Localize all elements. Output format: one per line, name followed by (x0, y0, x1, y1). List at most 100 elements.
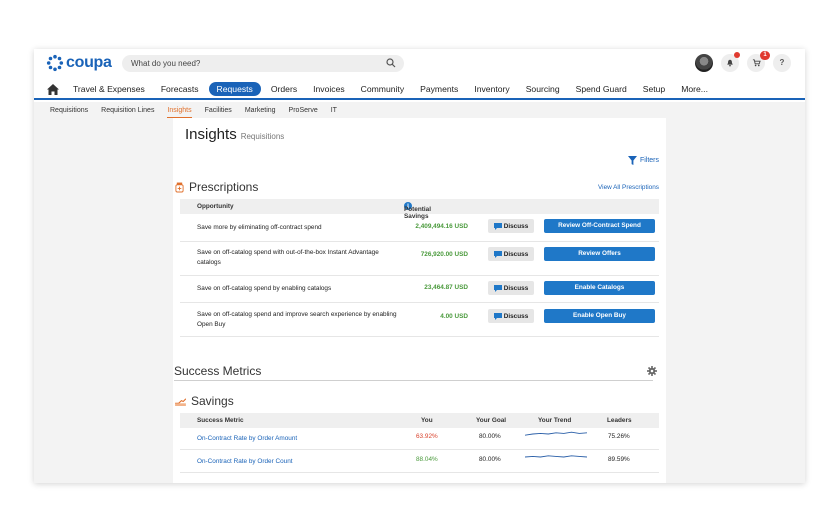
nav-invoices[interactable]: Invoices (313, 84, 345, 94)
savings-row: On-Contract Rate by Order Count 88.04% 8… (180, 451, 659, 473)
savings-table-header: Success Metric You Your Goal Your Trend … (180, 413, 659, 428)
prescription-desc: Save on off-catalog spend by enabling ca… (197, 285, 332, 292)
chat-icon (493, 250, 502, 258)
search-icon[interactable] (386, 58, 396, 68)
nav-inventory[interactable]: Inventory (474, 84, 509, 94)
prescription-row: Save on off-catalog spend with out-of-th… (180, 242, 659, 276)
prescription-amount: 4.00 USD (440, 313, 468, 320)
chat-icon (493, 312, 502, 320)
col-your-goal: Your Goal (476, 417, 507, 424)
app-window: coupa What do you need? 1 ? Travel & Exp… (34, 49, 805, 483)
tab-insights[interactable]: Insights (167, 107, 192, 118)
filter-icon (627, 156, 637, 165)
metric-link[interactable]: On-Contract Rate by Order Count (197, 458, 293, 465)
prescription-amount: 23,464.87 USD (424, 284, 468, 291)
enable-open-buy-button[interactable]: Enable Open Buy (544, 309, 655, 323)
top-bar: coupa What do you need? 1 ? (34, 49, 805, 77)
bell-icon (727, 59, 733, 67)
trend-line (525, 455, 587, 458)
prescriptions-table-header: Opportunity Potential Savings (180, 199, 659, 220)
tab-facilities[interactable]: Facilities (205, 107, 232, 114)
metric-leaders: 89.59% (608, 456, 630, 463)
right-panel (666, 118, 805, 483)
gear-icon[interactable] (647, 366, 657, 376)
help-icon: ? (779, 58, 785, 67)
prescription-amount: 726,920.00 USD (420, 251, 468, 258)
trend-line (525, 431, 587, 436)
metric-link[interactable]: On-Contract Rate by Order Amount (197, 435, 297, 442)
col-opportunity: Opportunity (197, 203, 234, 210)
prescription-row: Save on off-catalog spend by enabling ca… (180, 276, 659, 303)
review-off-contract-spend-button[interactable]: Review Off-Contract Spend (544, 219, 655, 233)
tab-proserve[interactable]: ProServe (289, 107, 318, 114)
trend-sparkline (525, 455, 587, 458)
cart-badge: 1 (760, 51, 770, 60)
discuss-button[interactable]: Discuss (488, 309, 534, 323)
trend-sparkline (525, 431, 587, 436)
col-success-metric: Success Metric (197, 417, 244, 424)
nav-more[interactable]: More... (681, 84, 708, 94)
discuss-button[interactable]: Discuss (488, 281, 534, 295)
left-panel (34, 118, 173, 483)
chat-icon (493, 222, 502, 230)
main-nav: Travel & Expenses Forecasts Requests Ord… (34, 80, 805, 100)
review-offers-button[interactable]: Review Offers (544, 247, 655, 261)
prescription-icon (175, 182, 184, 192)
savings-heading: Savings (175, 394, 234, 408)
savings-icon (175, 397, 186, 406)
tab-marketing[interactable]: Marketing (245, 107, 276, 114)
prescription-desc: Save more by eliminating off-contract sp… (197, 224, 322, 231)
chat-icon (493, 284, 502, 292)
notification-dot (734, 52, 740, 58)
tab-requisition-lines[interactable]: Requisition Lines (101, 107, 154, 114)
home-icon[interactable] (47, 83, 59, 95)
success-metrics-title: Success Metrics (174, 364, 262, 378)
tab-requisitions[interactable]: Requisitions (50, 107, 88, 114)
metric-goal: 80.00% (479, 433, 501, 440)
nav-travel-expenses[interactable]: Travel & Expenses (73, 84, 145, 94)
savings-title: Savings (191, 394, 234, 408)
sub-nav: Requisitions Requisition Lines Insights … (34, 102, 805, 118)
avatar[interactable] (695, 54, 713, 72)
notifications-button[interactable] (721, 52, 740, 72)
logo-icon (46, 54, 64, 72)
col-potential-savings: Potential Savings (404, 202, 431, 220)
prescription-desc: Save on off-catalog spend and improve se… (197, 311, 397, 328)
discuss-label: Discuss (503, 284, 529, 292)
main-content: Insights Requisitions Filters Prescriptio… (173, 118, 666, 483)
nav-requests[interactable]: Requests (208, 82, 261, 96)
nav-payments[interactable]: Payments (420, 84, 458, 94)
logo-text: coupa (66, 54, 112, 71)
cart-icon (752, 59, 761, 67)
nav-orders[interactable]: Orders (271, 84, 297, 94)
success-metrics-divider (174, 380, 653, 381)
nav-sourcing[interactable]: Sourcing (526, 84, 560, 94)
search-placeholder: What do you need? (131, 59, 201, 68)
discuss-button[interactable]: Discuss (488, 247, 534, 261)
prescription-desc: Save on off-catalog spend with out-of-th… (197, 249, 379, 266)
search-input[interactable]: What do you need? (122, 55, 404, 72)
col-your-trend: Your Trend (538, 417, 572, 424)
top-bar-actions: 1 ? (695, 51, 791, 72)
coupa-logo[interactable]: coupa (46, 54, 112, 72)
page-subtitle: Requisitions (240, 132, 285, 141)
metric-leaders: 75.26% (608, 433, 630, 440)
savings-row: On-Contract Rate by Order Amount 63.92% … (180, 428, 659, 450)
filters-button[interactable]: Filters (627, 156, 659, 165)
nav-community[interactable]: Community (361, 84, 404, 94)
nav-spend-guard[interactable]: Spend Guard (576, 84, 627, 94)
discuss-button[interactable]: Discuss (488, 219, 534, 233)
view-all-prescriptions-link[interactable]: View All Prescriptions (598, 184, 659, 191)
nav-forecasts[interactable]: Forecasts (161, 84, 199, 94)
enable-catalogs-button[interactable]: Enable Catalogs (544, 281, 655, 295)
prescription-row: Save more by eliminating off-contract sp… (180, 215, 659, 242)
tab-it[interactable]: IT (331, 107, 337, 114)
filters-label: Filters (639, 157, 659, 164)
cart-button[interactable]: 1 (747, 51, 770, 72)
nav-setup[interactable]: Setup (643, 84, 665, 94)
page-title: Insights Requisitions (185, 126, 284, 143)
help-button[interactable]: ? (773, 54, 791, 72)
discuss-label: Discuss (503, 222, 529, 230)
discuss-label: Discuss (503, 250, 529, 258)
prescriptions-heading: Prescriptions (175, 180, 258, 194)
